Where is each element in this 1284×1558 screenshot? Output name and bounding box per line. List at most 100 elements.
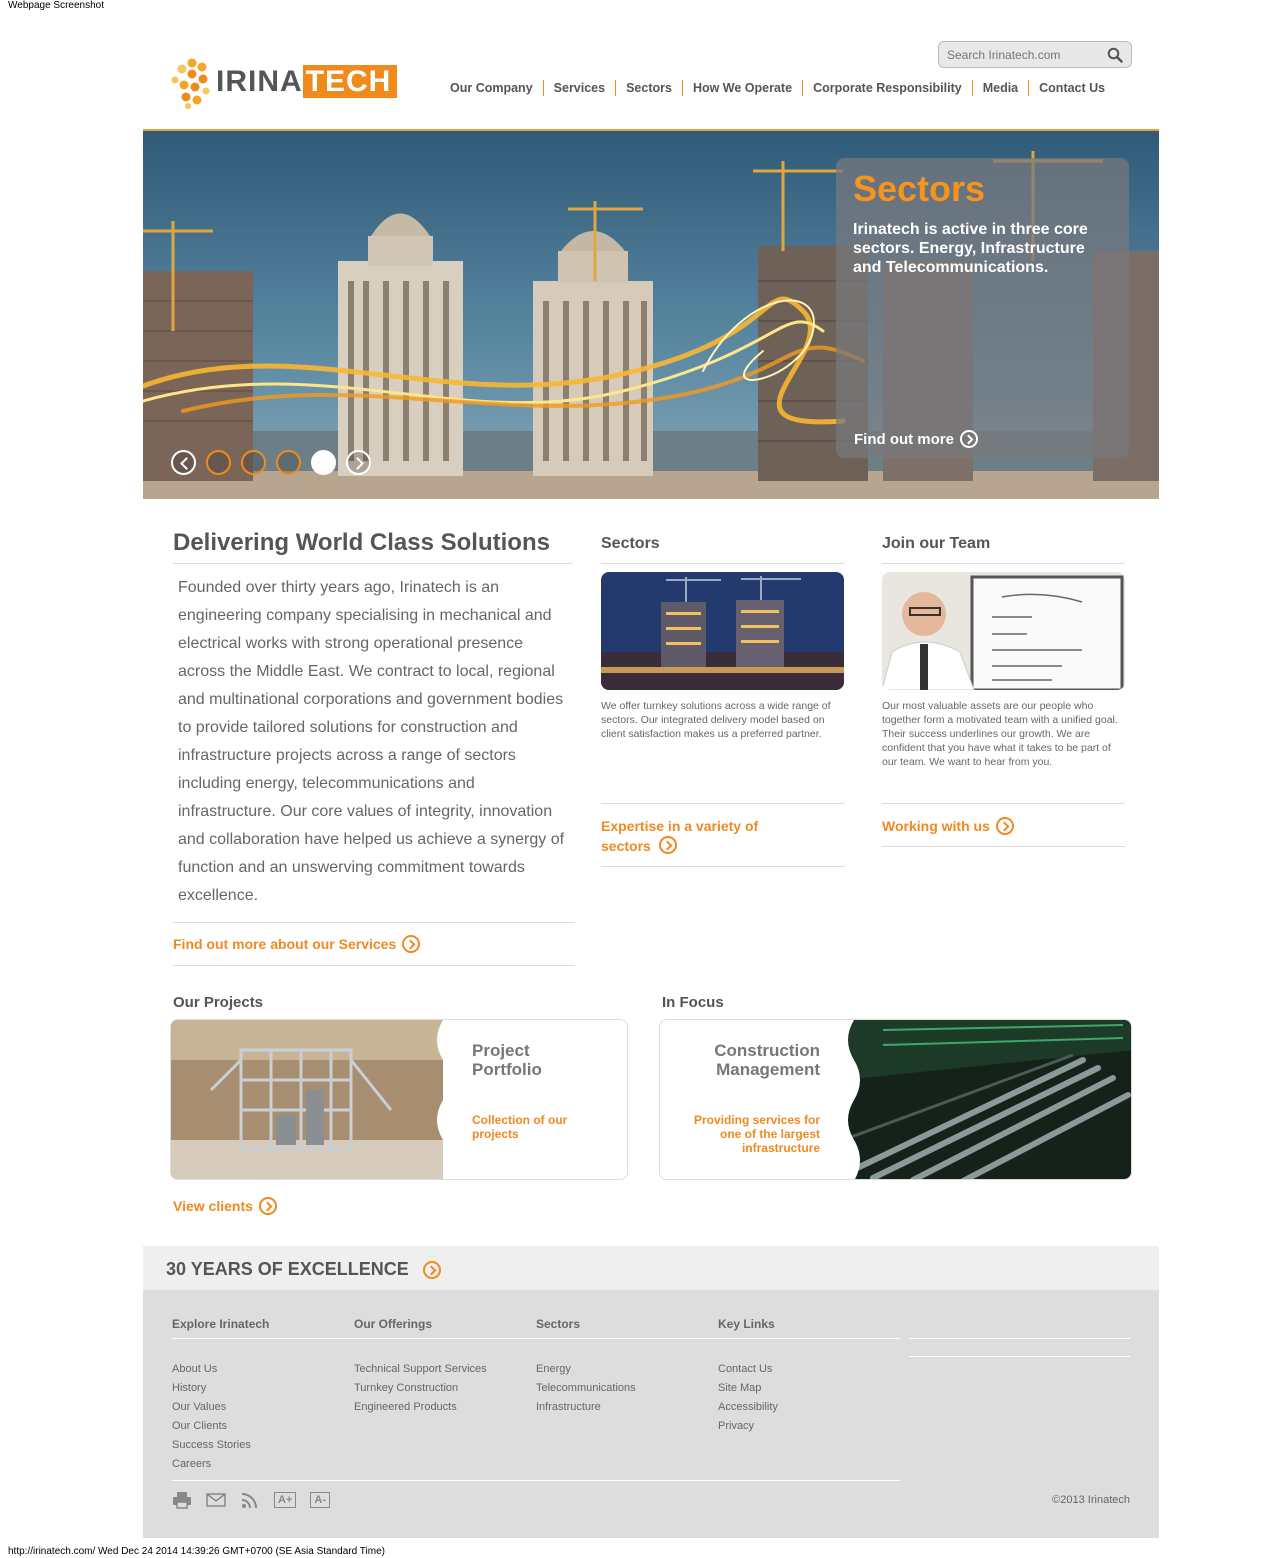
footer-link-our-values[interactable]: Our Values	[172, 1398, 251, 1417]
footer-link-accessibility[interactable]: Accessibility	[718, 1398, 778, 1417]
footer-link-about-us[interactable]: About Us	[172, 1360, 251, 1379]
footer-divider	[172, 1338, 900, 1339]
footer-link-careers[interactable]: Careers	[172, 1455, 251, 1474]
footer-list-offerings: Technical Support Services Turnkey Const…	[354, 1360, 487, 1417]
team-photo	[882, 572, 1125, 690]
footer-link-history[interactable]: History	[172, 1379, 251, 1398]
logo-tech: TECH	[302, 65, 398, 98]
footer-divider	[172, 1480, 900, 1481]
focus-card-title: Construction Management	[714, 1041, 820, 1079]
working-with-us-link[interactable]: Working with us	[882, 816, 1014, 836]
sectors-image[interactable]	[601, 572, 844, 690]
divider	[882, 563, 1125, 564]
divider	[173, 965, 575, 966]
team-heading: Join our Team	[882, 535, 991, 552]
project-card-subtitle: Collection of our projects	[472, 1113, 568, 1141]
nav-sectors[interactable]: Sectors	[615, 80, 682, 96]
services-link[interactable]: Find out more about our Services	[173, 935, 421, 953]
sectors-photo	[601, 572, 844, 690]
slider-dot-1[interactable]	[206, 450, 231, 475]
circle-arrow-icon	[658, 836, 677, 854]
view-clients-label: View clients	[173, 1198, 253, 1214]
footer-link-privacy[interactable]: Privacy	[718, 1417, 778, 1436]
copyright: ©2013 Irinatech	[1052, 1494, 1130, 1506]
construction-management-card[interactable]: Construction Management Providing servic…	[659, 1019, 1132, 1180]
hero-find-out-more-link[interactable]: Find out more	[854, 430, 978, 448]
slider-controls	[171, 450, 371, 475]
sectors-text: We offer turnkey solutions across a wide…	[601, 700, 831, 740]
circle-arrow-icon	[960, 430, 978, 448]
font-increase-button[interactable]: A+	[274, 1492, 297, 1508]
slider-next-button[interactable]	[346, 450, 371, 475]
search-box	[938, 41, 1132, 68]
nav-services[interactable]: Services	[542, 80, 615, 96]
nav-contact-us[interactable]: Contact Us	[1028, 80, 1115, 96]
logo-wordmark: IRINA TECH	[216, 65, 398, 99]
circle-arrow-icon	[402, 935, 421, 953]
status-line: http://irinatech.com/ Wed Dec 24 2014 14…	[8, 1546, 385, 1557]
nav-media[interactable]: Media	[971, 80, 1028, 96]
footer-heading-offerings: Our Offerings	[354, 1317, 433, 1331]
nav-our-company[interactable]: Our Company	[440, 80, 543, 96]
footer-link-infrastructure[interactable]: Infrastructure	[536, 1398, 636, 1417]
hero-link-label: Find out more	[854, 430, 954, 448]
circle-arrow-icon	[422, 1260, 441, 1279]
hero-panel: Sectors Irinatech is active in three cor…	[836, 158, 1129, 458]
project-portfolio-card[interactable]: Project Portfolio Collection of our proj…	[170, 1019, 628, 1180]
slider-dot-3[interactable]	[276, 450, 301, 475]
divider	[601, 563, 845, 564]
screenshot-caption: Webpage Screenshot	[8, 0, 104, 11]
project-photo	[171, 1020, 443, 1179]
footer-link-site-map[interactable]: Site Map	[718, 1379, 778, 1398]
view-clients-link[interactable]: View clients	[173, 1196, 277, 1216]
working-link-label: Working with us	[882, 818, 990, 834]
excellence-banner[interactable]: 30 YEARS OF EXCELLENCE	[143, 1246, 1159, 1290]
services-link-label: Find out more about our Services	[173, 936, 397, 952]
footer-list-key-links: Contact Us Site Map Accessibility Privac…	[718, 1360, 778, 1436]
footer-link-technical-support[interactable]: Technical Support Services	[354, 1360, 487, 1379]
focus-card-subtitle: Providing services for one of the larges…	[693, 1113, 820, 1155]
card-curve	[437, 1020, 467, 1179]
slider-prev-button[interactable]	[171, 450, 196, 475]
footer-divider	[909, 1356, 1130, 1357]
footer-link-energy[interactable]: Energy	[536, 1360, 636, 1379]
team-text: Our most valuable assets are our people …	[882, 700, 1118, 768]
nav-how-we-operate[interactable]: How We Operate	[681, 80, 802, 96]
slider-dot-2[interactable]	[241, 450, 266, 475]
search-input[interactable]	[939, 42, 1094, 67]
footer-link-our-clients[interactable]: Our Clients	[172, 1417, 251, 1436]
hero-slider: Sectors Irinatech is active in three cor…	[143, 129, 1159, 499]
font-decrease-button[interactable]: A-	[310, 1492, 330, 1508]
email-icon[interactable]	[206, 1491, 226, 1509]
sectors-expertise-link[interactable]: Expertise in a variety of sectors	[601, 816, 781, 856]
nav-corporate-responsibility[interactable]: Corporate Responsibility	[802, 80, 972, 96]
footer-link-turnkey-construction[interactable]: Turnkey Construction	[354, 1379, 487, 1398]
team-image[interactable]	[882, 572, 1125, 690]
sectors-link-label: Expertise in a variety of sectors	[601, 818, 759, 854]
irinatech-logo[interactable]: IRINA TECH	[170, 57, 402, 111]
divider	[882, 803, 1125, 804]
divider	[882, 846, 1125, 847]
divider	[601, 803, 845, 804]
divider	[173, 922, 575, 923]
excellence-link[interactable]: 30 YEARS OF EXCELLENCE	[166, 1259, 441, 1280]
footer-link-success-stories[interactable]: Success Stories	[172, 1436, 251, 1455]
print-icon[interactable]	[172, 1491, 192, 1509]
footer-divider	[909, 1338, 1130, 1339]
footer-heading-sectors: Sectors	[536, 1317, 581, 1331]
circle-arrow-icon	[258, 1197, 277, 1215]
search-icon[interactable]	[1107, 47, 1123, 63]
divider	[601, 866, 845, 867]
card-curve	[830, 1020, 860, 1179]
focus-photo	[843, 1020, 1131, 1179]
rss-icon[interactable]	[240, 1491, 260, 1509]
logo-irina: IRINA	[216, 65, 303, 98]
divider	[173, 563, 573, 564]
footer-list-explore: About Us History Our Values Our Clients …	[172, 1360, 251, 1474]
footer-link-telecommunications[interactable]: Telecommunications	[536, 1379, 636, 1398]
footer-link-engineered-products[interactable]: Engineered Products	[354, 1398, 487, 1417]
footer-list-sectors: Energy Telecommunications Infrastructure	[536, 1360, 636, 1417]
footer-link-contact-us[interactable]: Contact Us	[718, 1360, 778, 1379]
circle-arrow-icon	[995, 817, 1014, 835]
slider-dot-5-active[interactable]	[311, 450, 336, 475]
